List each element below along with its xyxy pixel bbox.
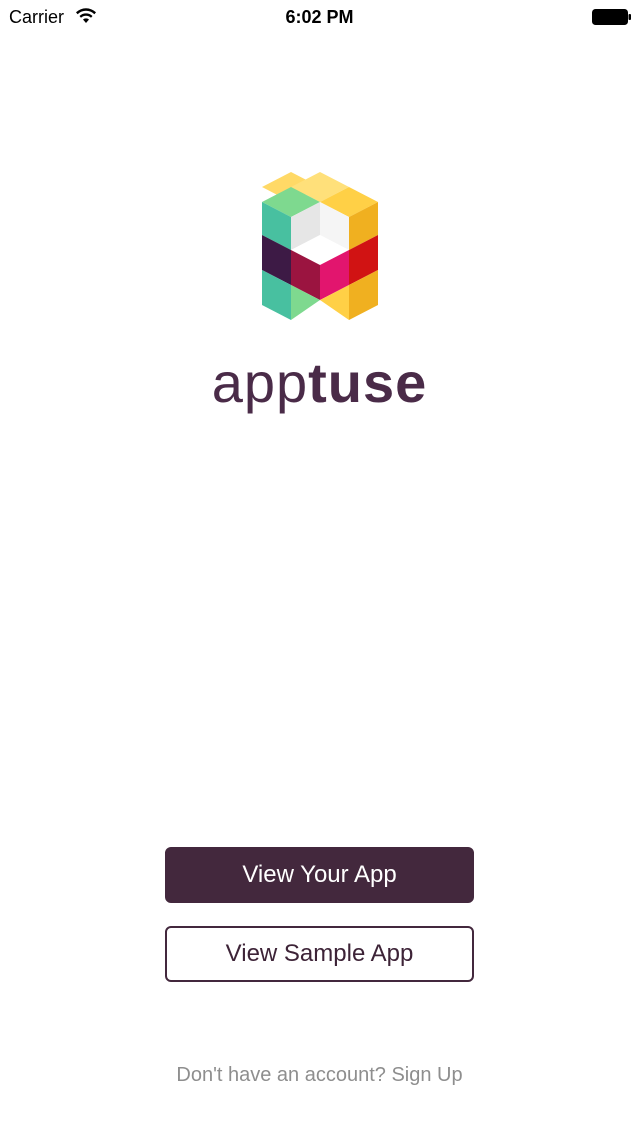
view-your-app-button[interactable]: View Your App <box>165 847 474 903</box>
status-bar: Carrier 6:02 PM <box>0 0 639 34</box>
brand-wordmark: apptuse <box>0 350 639 416</box>
view-sample-app-button[interactable]: View Sample App <box>165 926 474 982</box>
brand-name-part1: app <box>211 351 309 414</box>
status-time: 6:02 PM <box>285 7 354 27</box>
apptuse-logo-icon <box>258 168 382 324</box>
signup-prompt-text: Don't have an account? <box>176 1064 386 1086</box>
signup-prompt: Don't have an account? Sign Up <box>0 1062 639 1088</box>
signup-link[interactable]: Sign Up <box>391 1064 462 1086</box>
brand-name-part2: tuse <box>308 351 428 414</box>
battery-icon <box>592 9 632 25</box>
